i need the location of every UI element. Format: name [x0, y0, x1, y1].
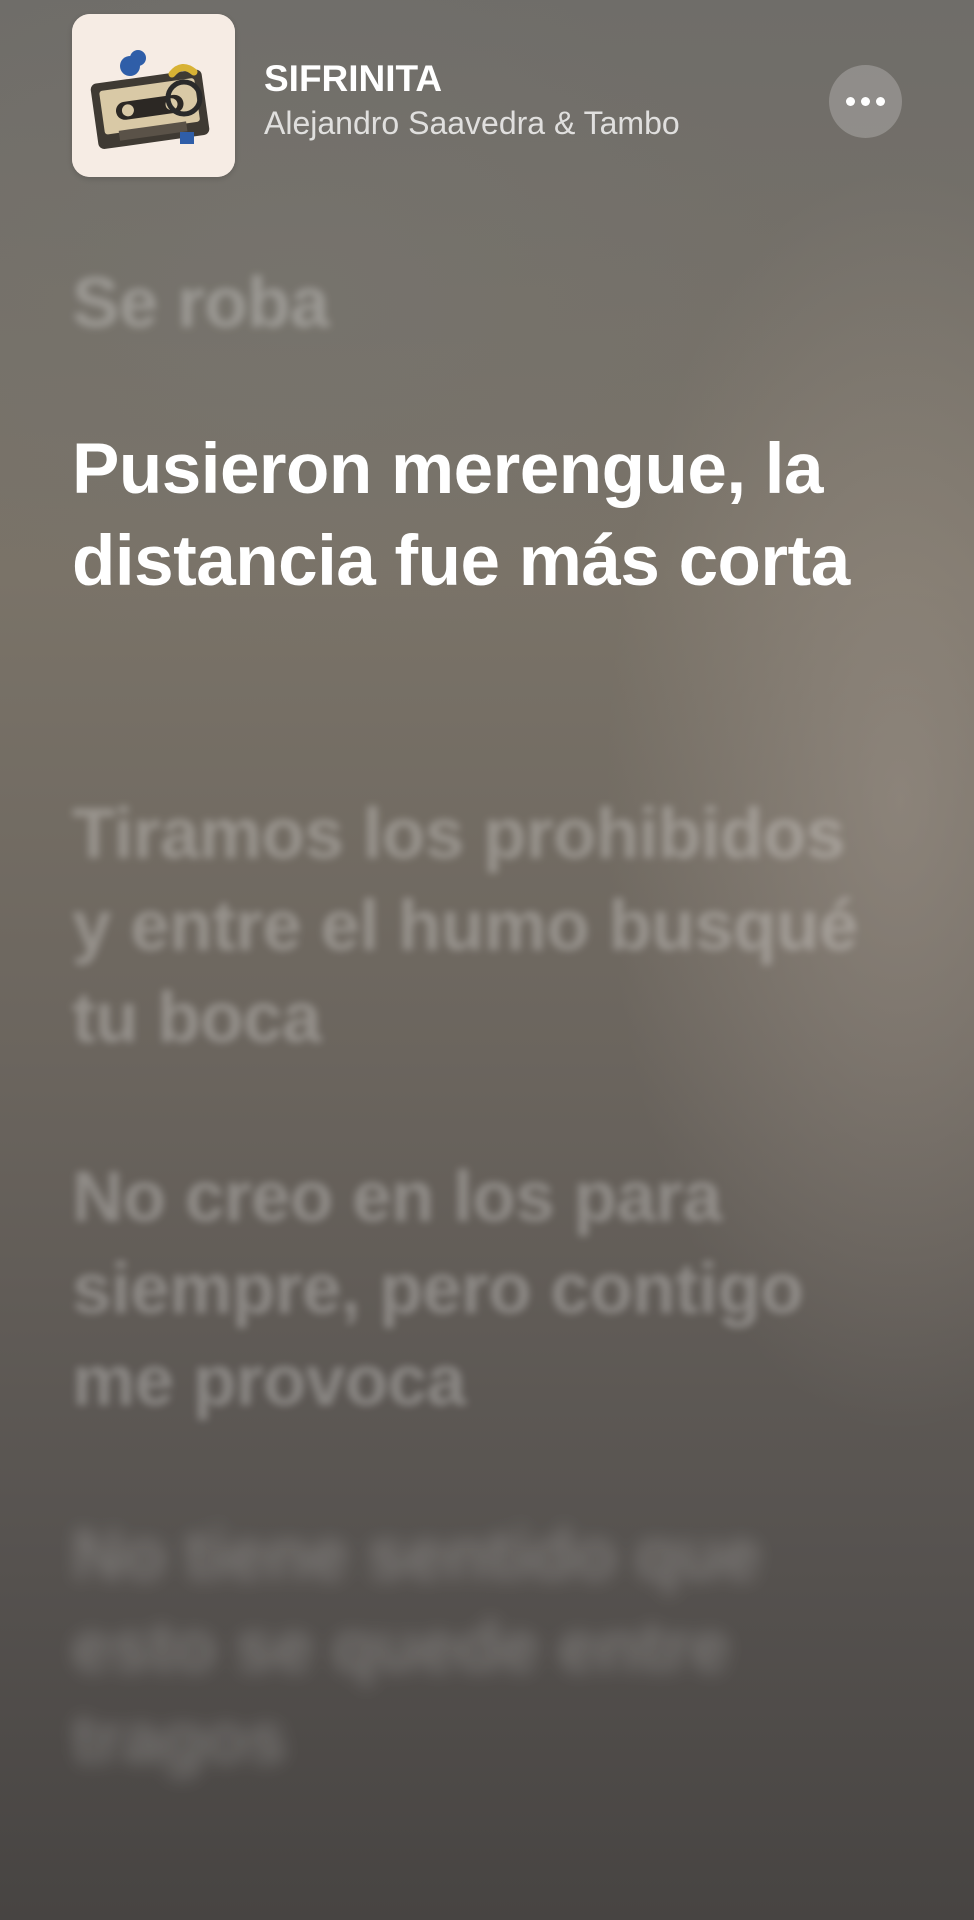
- track-artist[interactable]: Alejandro Saavedra & Tambo: [264, 105, 680, 142]
- lyric-line[interactable]: No tiene sentido que esto se quede entre…: [72, 1510, 902, 1786]
- lyric-line[interactable]: No creo en los para siempre, pero contig…: [72, 1152, 902, 1428]
- ellipsis-icon: [846, 97, 855, 106]
- ellipsis-icon: [861, 97, 870, 106]
- more-options-button[interactable]: [829, 65, 902, 138]
- now-playing-header: SIFRINITA Alejandro Saavedra & Tambo: [0, 0, 974, 190]
- lyric-line-active[interactable]: Pusieron merengue, la distancia fue más …: [72, 424, 902, 608]
- lyric-line[interactable]: Se roba: [72, 258, 902, 350]
- lyric-line[interactable]: Tiramos los prohibidos y entre el humo b…: [72, 789, 902, 1065]
- track-title[interactable]: SIFRINITA: [264, 58, 442, 100]
- cassette-artwork-icon: [72, 14, 235, 177]
- ellipsis-icon: [876, 97, 885, 106]
- album-artwork[interactable]: [72, 14, 235, 177]
